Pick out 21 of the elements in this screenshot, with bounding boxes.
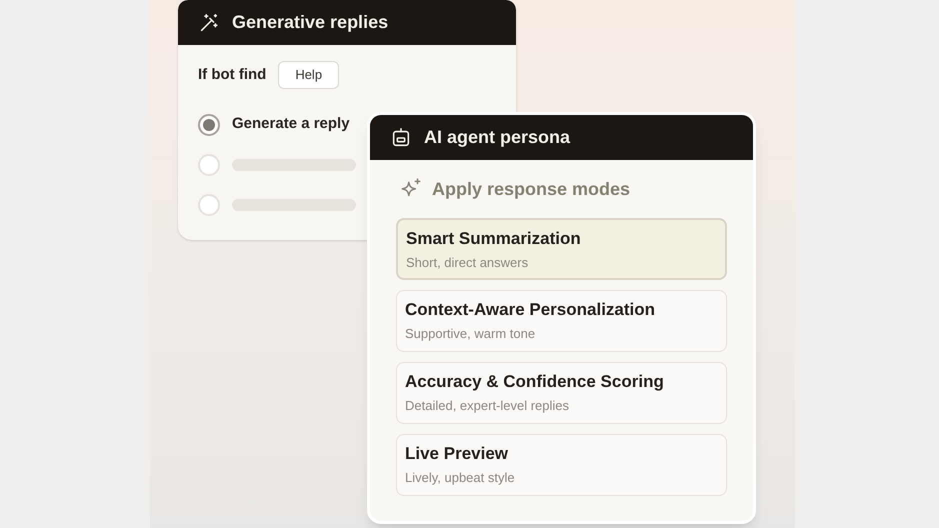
card-title: Generative replies [232,11,388,34]
mode-option[interactable]: Context-Aware Personalization Supportive, warm tone [396,290,727,352]
radio-button[interactable] [198,114,220,136]
robot-icon [390,126,412,148]
mode-title: Accuracy & Confidence Scoring [405,371,665,393]
section-title: Apply response modes [432,178,630,201]
condition-label: If bot find [198,64,266,84]
mode-subtitle: Lively, upbeat style [405,469,516,487]
mode-subtitle: Short, direct answers [406,254,530,272]
option-label: Generate a reply [232,114,350,134]
magic-wand-icon [198,12,220,34]
mode-title: Smart Summarization [406,228,582,250]
mode-subtitle: Detailed, expert-level replies [405,397,570,415]
mode-title: Live Preview [405,443,510,465]
mode-subtitle: Supportive, warm tone [405,325,536,343]
mode-option[interactable]: Smart Summarization Short, direct answers [396,218,727,280]
card-title: AI agent persona [424,126,570,149]
mode-option[interactable]: Accuracy & Confidence Scoring Detailed, expert-level replies [396,362,727,424]
mode-title: Context-Aware Personalization [405,299,656,321]
keyword-chip: Help [278,61,340,88]
mode-option[interactable]: Live Preview Lively, upbeat style [396,434,727,496]
